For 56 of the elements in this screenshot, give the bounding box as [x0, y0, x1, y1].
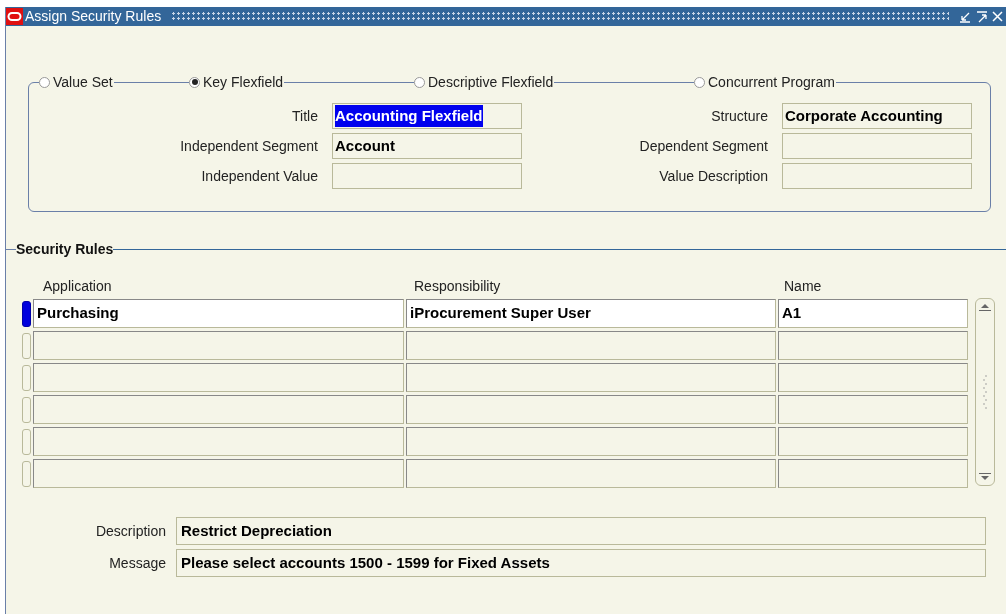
table-cell[interactable]: [778, 459, 968, 488]
radio-label[interactable]: Value Set: [53, 71, 113, 93]
input-field[interactable]: Please select accounts 1500 - 1599 for Fixed Assets: [176, 549, 986, 577]
radio-button[interactable]: [39, 76, 50, 88]
scroll-down-icon[interactable]: [979, 473, 991, 481]
table-cell[interactable]: iProcurement Super User: [406, 299, 776, 328]
table-cell[interactable]: [406, 395, 776, 424]
table-cell[interactable]: Purchasing: [33, 299, 404, 328]
field-label: Independent Value: [200, 166, 319, 186]
field-label: Message: [108, 553, 167, 573]
column-header: Name: [783, 277, 823, 296]
radio-button[interactable]: [189, 76, 200, 88]
input-field[interactable]: Corporate Accounting: [782, 103, 972, 129]
input-field[interactable]: Accounting Flexfield: [332, 103, 522, 129]
section-title: Security Rules: [16, 240, 114, 259]
minimize-icon[interactable]: [959, 10, 971, 23]
table-cell[interactable]: [33, 395, 404, 424]
table-cell[interactable]: [33, 427, 404, 456]
radio-button[interactable]: [694, 76, 705, 88]
table-cell[interactable]: [33, 363, 404, 392]
table-cell[interactable]: [778, 395, 968, 424]
table-cell[interactable]: [406, 363, 776, 392]
oracle-logo-icon: [6, 8, 23, 25]
table-cell[interactable]: [406, 331, 776, 360]
column-header: Application: [42, 277, 113, 296]
field-label: Dependent Segment: [638, 136, 769, 156]
radio-label[interactable]: Concurrent Program: [708, 71, 835, 93]
radio-label[interactable]: Key Flexfield: [203, 71, 284, 93]
table-cell[interactable]: [406, 459, 776, 488]
input-field[interactable]: [332, 163, 522, 189]
table-cell[interactable]: [406, 427, 776, 456]
table-cell[interactable]: A1: [778, 299, 968, 328]
maximize-icon[interactable]: [976, 10, 988, 23]
input-field[interactable]: Restrict Depreciation: [176, 517, 986, 545]
radio-label[interactable]: Descriptive Flexfield: [428, 71, 554, 93]
radio-button[interactable]: [414, 76, 425, 88]
table-cell[interactable]: [778, 331, 968, 360]
row-indicator[interactable]: [22, 300, 31, 327]
scroll-up-icon[interactable]: [979, 303, 991, 311]
table-cell[interactable]: [778, 427, 968, 456]
table-cell[interactable]: [778, 363, 968, 392]
scrollbar[interactable]: [975, 298, 995, 486]
input-field[interactable]: [782, 133, 972, 159]
field-label: Value Description: [658, 166, 769, 186]
close-icon[interactable]: [992, 11, 1003, 22]
column-header: Responsibility: [413, 277, 502, 296]
window-title: Assign Security Rules: [25, 7, 162, 26]
field-label: Title: [291, 106, 319, 126]
field-label: Independent Segment: [179, 136, 319, 156]
table-cell[interactable]: [33, 331, 404, 360]
input-field[interactable]: [782, 163, 972, 189]
table-cell[interactable]: [33, 459, 404, 488]
field-label: Description: [94, 521, 167, 541]
scroll-grip-icon: [981, 374, 989, 410]
field-label: Structure: [710, 106, 769, 126]
input-field[interactable]: Account: [332, 133, 522, 159]
